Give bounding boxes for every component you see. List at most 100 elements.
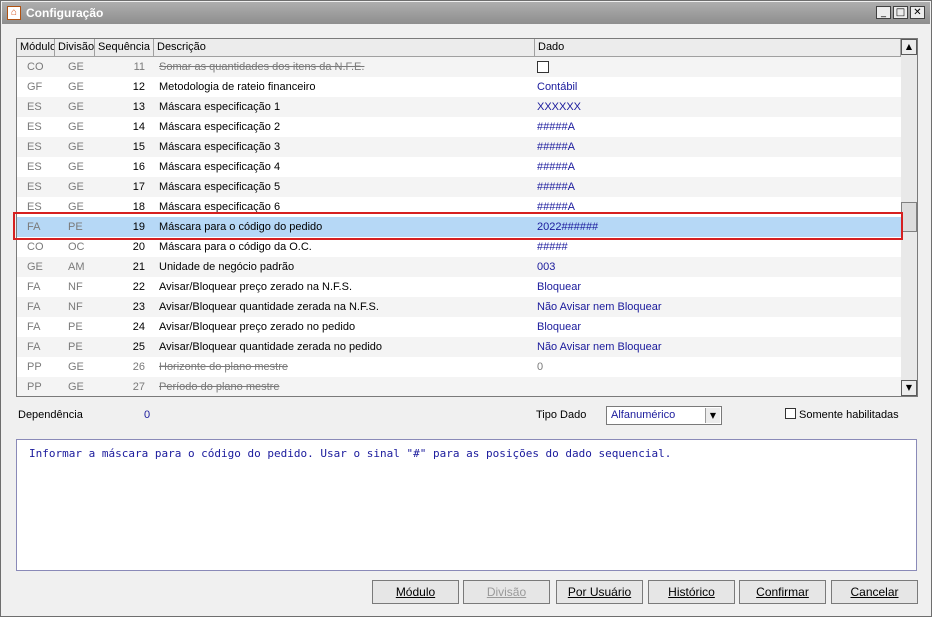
- cell-sequencia: 15: [132, 141, 145, 153]
- cell-dado: #####A: [537, 161, 575, 173]
- table-row[interactable]: ES GE 14 Máscara especificação 2 #####A: [17, 117, 901, 137]
- close-button[interactable]: ✕: [910, 6, 925, 19]
- scrollbar-thumb[interactable]: [901, 202, 917, 232]
- description-text: Informar a máscara para o código do pedi…: [29, 447, 672, 460]
- cell-descricao: Somar as quantidades dos itens da N.F.E.: [159, 61, 365, 73]
- cell-modulo: CO: [27, 241, 44, 253]
- table-row[interactable]: ES GE 15 Máscara especificação 3 #####A: [17, 137, 901, 157]
- table-row[interactable]: FA PE 24 Avisar/Bloquear preço zerado no pe…: [17, 317, 901, 337]
- cell-descricao: Máscara para o código do pedido: [159, 221, 323, 233]
- column-header-descricao[interactable]: Descrição: [154, 39, 535, 56]
- cell-dado: #####A: [537, 121, 575, 133]
- cell-divisao: OC: [68, 241, 85, 253]
- cell-sequencia: 26: [132, 361, 145, 373]
- cell-dado: [537, 377, 897, 396]
- cell-divisao: GE: [68, 381, 84, 393]
- cell-modulo: FA: [27, 281, 41, 293]
- table-row[interactable]: GE AM 21 Unidade de negócio padrão 003: [17, 257, 901, 277]
- dependencia-label: Dependência: [18, 409, 83, 421]
- vertical-scrollbar[interactable]: ▲ ▼: [901, 39, 917, 396]
- cell-divisao: NF: [68, 281, 83, 293]
- table-row[interactable]: FA PE 25 Avisar/Bloquear quantidade zerada …: [17, 337, 901, 357]
- cell-dado: 0: [537, 361, 544, 373]
- minimize-button[interactable]: _: [876, 6, 891, 19]
- cell-sequencia: 27: [132, 381, 145, 393]
- maximize-button[interactable]: □: [893, 6, 908, 19]
- cell-descricao: Avisar/Bloquear quantidade zerada no ped…: [159, 341, 383, 353]
- table-row[interactable]: ES GE 16 Máscara especificação 4 #####A: [17, 157, 901, 177]
- cell-descricao: Máscara especificação 4: [159, 161, 281, 173]
- cell-sequencia: 22: [132, 281, 145, 293]
- table-row[interactable]: FA NF 22 Avisar/Bloquear preço zerado na N.…: [17, 277, 901, 297]
- cell-sequencia: 23: [132, 301, 145, 313]
- cell-dado: #####A: [537, 141, 575, 153]
- cell-modulo: GE: [27, 261, 43, 273]
- description-box[interactable]: Informar a máscara para o código do pedi…: [16, 439, 917, 571]
- house-icon: ⌂: [7, 6, 21, 20]
- cell-divisao: GE: [68, 201, 84, 213]
- arrow-up-icon[interactable]: ▲: [901, 39, 917, 55]
- cell-modulo: ES: [27, 181, 42, 193]
- grid-header: Módulo Divisão Sequência Descrição Dado: [17, 39, 901, 57]
- cell-divisao: PE: [68, 221, 83, 233]
- window-title: Configuração: [26, 6, 104, 20]
- cell-dado: Não Avisar nem Bloquear: [537, 301, 662, 313]
- cell-modulo: GF: [27, 81, 43, 93]
- cell-descricao: Avisar/Bloquear quantidade zerada na N.F…: [159, 301, 379, 313]
- column-header-sequencia[interactable]: Sequência: [95, 39, 154, 56]
- cell-divisao: GE: [68, 181, 84, 193]
- table-row[interactable]: CO GE 11 Somar as quantidades dos itens da …: [17, 57, 901, 77]
- table-row[interactable]: ES GE 18 Máscara especificação 6 #####A: [17, 197, 901, 217]
- cell-modulo: FA: [27, 301, 41, 313]
- cell-modulo: PP: [27, 381, 42, 393]
- config-grid[interactable]: Módulo Divisão Sequência Descrição Dado …: [16, 38, 918, 397]
- table-row[interactable]: FA NF 23 Avisar/Bloquear quantidade zerada …: [17, 297, 901, 317]
- cell-descricao: Máscara especificação 6: [159, 201, 281, 213]
- table-row[interactable]: PP GE 26 Horizonte do plano mestre 0: [17, 357, 901, 377]
- dado-checkbox[interactable]: [537, 61, 549, 73]
- cell-dado: [537, 57, 897, 77]
- cell-descricao: Período do plano mestre: [159, 381, 280, 393]
- cell-modulo: ES: [27, 101, 42, 113]
- cell-divisao: GE: [68, 161, 84, 173]
- cell-modulo: PP: [27, 361, 42, 373]
- tipo-dado-select[interactable]: Alfanumérico ▼: [606, 406, 722, 425]
- cell-modulo: FA: [27, 321, 41, 333]
- cell-divisao: GE: [68, 141, 84, 153]
- table-row[interactable]: GF GE 12 Metodologia de rateio financeiro Co…: [17, 77, 901, 97]
- cell-dado: Não Avisar nem Bloquear: [537, 341, 662, 353]
- cell-dado: Contábil: [537, 81, 578, 93]
- cell-descricao: Unidade de negócio padrão: [159, 261, 295, 273]
- cell-modulo: ES: [27, 201, 42, 213]
- table-row[interactable]: ES GE 17 Máscara especificação 5 #####A: [17, 177, 901, 197]
- column-header-divisao[interactable]: Divisão: [55, 39, 95, 56]
- confirmar-button[interactable]: Confirmar: [739, 580, 826, 604]
- historico-button[interactable]: Histórico: [648, 580, 735, 604]
- column-header-dado[interactable]: Dado: [535, 39, 901, 56]
- somente-habilitadas-label[interactable]: Somente habilitadas: [799, 409, 899, 421]
- cell-divisao: GE: [68, 361, 84, 373]
- cancelar-button[interactable]: Cancelar: [831, 580, 918, 604]
- table-row[interactable]: ES GE 13 Máscara especificação 1 XXXXXX: [17, 97, 901, 117]
- cell-sequencia: 11: [133, 61, 145, 73]
- cell-sequencia: 12: [132, 81, 145, 93]
- divisao-button[interactable]: Divisão: [463, 580, 550, 604]
- column-header-modulo[interactable]: Módulo: [17, 39, 55, 56]
- table-row[interactable]: FA PE 19 Máscara para o código do pedido 202…: [17, 217, 901, 237]
- arrow-down-icon[interactable]: ▼: [901, 380, 917, 396]
- cell-dado: Bloquear: [537, 321, 582, 333]
- modulo-button[interactable]: Módulo: [372, 580, 459, 604]
- cell-modulo: FA: [27, 221, 41, 233]
- tipo-dado-value: Alfanumérico: [611, 409, 676, 421]
- por-usuario-button[interactable]: Por Usuário: [556, 580, 643, 604]
- table-row[interactable]: CO OC 20 Máscara para o código da O.C. #####: [17, 237, 901, 257]
- cell-dado: #####: [537, 241, 568, 253]
- table-row[interactable]: PP GE 27 Período do plano mestre: [17, 377, 901, 396]
- somente-habilitadas-checkbox[interactable]: [785, 408, 796, 419]
- cell-descricao: Máscara especificação 5: [159, 181, 281, 193]
- configuracao-window: ⌂ Configuração _ □ ✕ Módulo Divisão Sequ…: [0, 0, 932, 617]
- cell-dado: 003: [537, 261, 556, 273]
- chevron-down-icon[interactable]: ▼: [705, 408, 720, 423]
- cell-sequencia: 21: [132, 261, 145, 273]
- cell-divisao: AM: [68, 261, 85, 273]
